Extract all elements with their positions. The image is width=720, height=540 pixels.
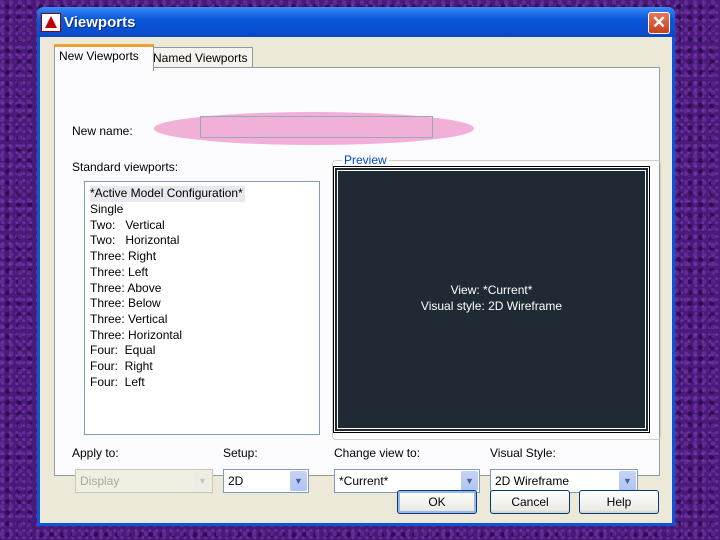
list-item[interactable]: Three: Vertical xyxy=(90,312,319,328)
dialog-body: Named Viewports New Viewports New name: … xyxy=(40,37,672,523)
visual-style-value: 2D Wireframe xyxy=(495,474,570,488)
standard-viewports-list[interactable]: *Active Model Configuration* Single Two:… xyxy=(84,181,320,435)
list-item[interactable]: Two: Horizontal xyxy=(90,233,319,249)
standard-viewports-label: Standard viewports: xyxy=(72,160,179,174)
list-item[interactable]: Single xyxy=(90,202,319,218)
close-button[interactable]: ✕ xyxy=(648,12,670,34)
list-item[interactable]: Four: Equal xyxy=(90,343,319,359)
chevron-down-icon: ▼ xyxy=(194,471,211,491)
apply-to-value: Display xyxy=(80,474,120,488)
tab-new-viewports[interactable]: New Viewports xyxy=(54,44,154,71)
ok-button[interactable]: OK xyxy=(397,490,477,514)
change-view-label: Change view to: xyxy=(334,446,421,460)
chevron-down-icon[interactable]: ▼ xyxy=(290,471,307,491)
viewports-dialog: Viewports ✕ Named Viewports New Viewport… xyxy=(37,7,675,526)
new-name-input[interactable] xyxy=(200,116,433,138)
autocad-icon xyxy=(41,13,61,32)
preview-label: Preview xyxy=(342,153,389,167)
list-item[interactable]: Three: Left xyxy=(90,265,319,281)
list-item[interactable]: Four: Right xyxy=(90,359,319,375)
list-item[interactable]: Three: Horizontal xyxy=(90,328,319,344)
setup-label: Setup: xyxy=(223,446,258,460)
preview-pane[interactable]: View: *Current* Visual style: 2D Wirefra… xyxy=(333,166,650,433)
list-item[interactable]: *Active Model Configuration* xyxy=(90,186,245,202)
list-item[interactable]: Three: Right xyxy=(90,249,319,265)
list-item[interactable]: Three: Above xyxy=(90,281,319,297)
cancel-button[interactable]: Cancel xyxy=(490,490,570,514)
help-button[interactable]: Help xyxy=(579,490,659,514)
setup-select[interactable]: 2D ▼ xyxy=(223,469,309,493)
tab-panel: New name: Standard viewports: *Active Mo… xyxy=(54,67,661,493)
apply-to-label: Apply to: xyxy=(72,446,119,460)
new-name-label: New name: xyxy=(72,124,133,138)
setup-value: 2D xyxy=(228,474,244,488)
window-title: Viewports xyxy=(64,14,136,31)
tab-named-viewports[interactable]: Named Viewports xyxy=(148,47,253,68)
visual-style-label: Visual Style: xyxy=(490,446,556,460)
preview-style-text: Visual style: 2D Wireframe xyxy=(420,299,563,313)
apply-to-select: Display ▼ xyxy=(75,469,213,493)
title-bar[interactable]: Viewports ✕ xyxy=(37,7,675,37)
chevron-down-icon[interactable]: ▼ xyxy=(461,471,478,491)
list-item[interactable]: Four: Left xyxy=(90,375,319,391)
list-item[interactable]: Two: Vertical xyxy=(90,218,319,234)
change-view-value: *Current* xyxy=(339,474,389,488)
list-item[interactable]: Three: Below xyxy=(90,296,319,312)
preview-view-text: View: *Current* xyxy=(450,283,533,297)
chevron-down-icon[interactable]: ▼ xyxy=(619,471,636,491)
